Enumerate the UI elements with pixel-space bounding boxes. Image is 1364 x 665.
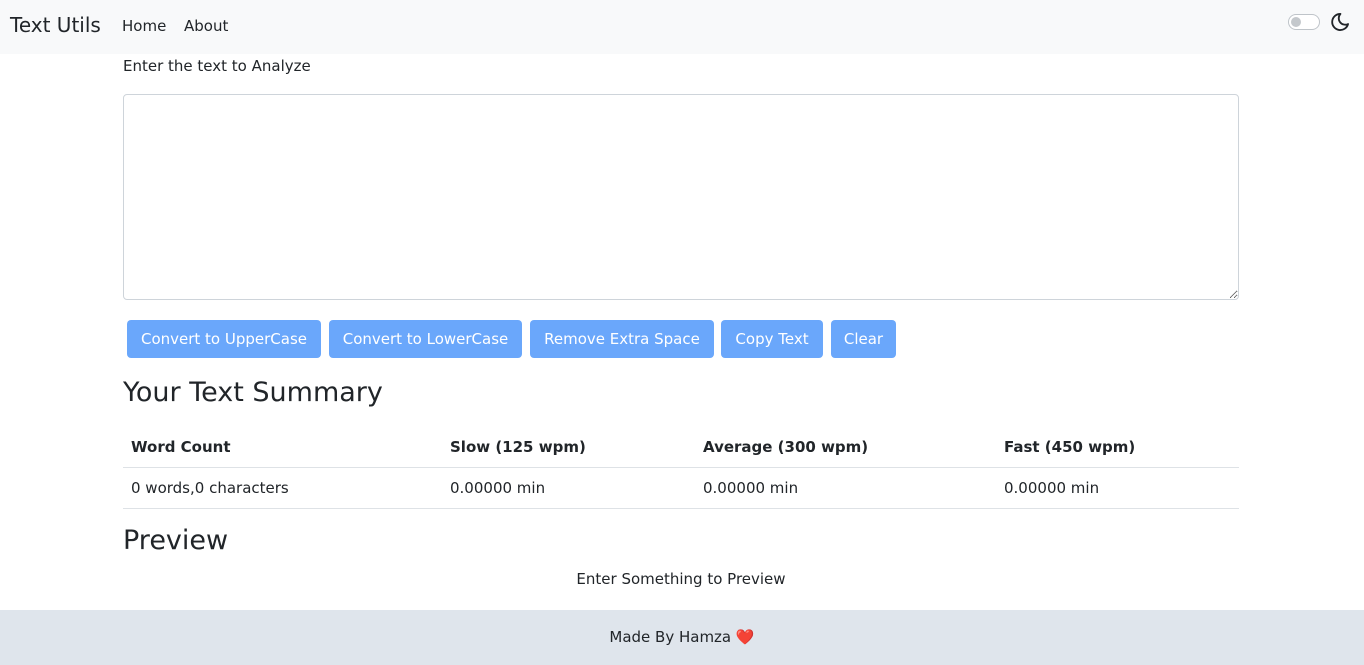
- convert-uppercase-button[interactable]: Convert to UpperCase: [127, 320, 321, 358]
- word-count-value: 0 words,0 characters: [131, 479, 289, 497]
- text-input-area[interactable]: [123, 94, 1239, 300]
- remove-extra-space-button[interactable]: Remove Extra Space: [530, 320, 714, 358]
- summary-table: Word Count Slow (125 wpm) Average (300 w…: [123, 427, 1239, 509]
- table-header-fast: Fast (450 wpm): [1004, 438, 1136, 456]
- table-row: 0 words,0 characters 0.00000 min 0.00000…: [123, 468, 1239, 509]
- brand-logo[interactable]: Text Utils: [10, 12, 101, 38]
- nav-link-about[interactable]: About: [184, 16, 228, 36]
- summary-heading: Your Text Summary: [123, 377, 383, 408]
- preview-heading: Preview: [123, 525, 229, 556]
- table-header-average: Average (300 wpm): [703, 438, 869, 456]
- fast-time-value: 0.00000 min: [1004, 479, 1100, 497]
- heart-icon: ❤️: [735, 628, 755, 646]
- navbar: Text Utils Home About: [0, 0, 1364, 54]
- clear-button[interactable]: Clear: [831, 320, 896, 358]
- preview-text: Enter Something to Preview: [576, 570, 786, 588]
- moon-icon[interactable]: [1329, 11, 1351, 33]
- table-header-row: Word Count Slow (125 wpm) Average (300 w…: [123, 427, 1239, 468]
- nav-link-home[interactable]: Home: [122, 16, 166, 36]
- dark-mode-toggle[interactable]: [1288, 14, 1320, 30]
- footer-text: Made By Hamza: [609, 628, 732, 646]
- footer-credit: Made By Hamza ❤️: [0, 627, 1364, 647]
- table-header-slow: Slow (125 wpm): [450, 438, 586, 456]
- textarea-label: Enter the text to Analyze: [123, 57, 311, 75]
- average-time-value: 0.00000 min: [703, 479, 799, 497]
- table-header-word-count: Word Count: [131, 438, 231, 456]
- footer: Made By Hamza ❤️: [0, 610, 1364, 665]
- slow-time-value: 0.00000 min: [450, 479, 546, 497]
- convert-lowercase-button[interactable]: Convert to LowerCase: [329, 320, 522, 358]
- toggle-knob: [1291, 17, 1301, 27]
- copy-text-button[interactable]: Copy Text: [721, 320, 823, 358]
